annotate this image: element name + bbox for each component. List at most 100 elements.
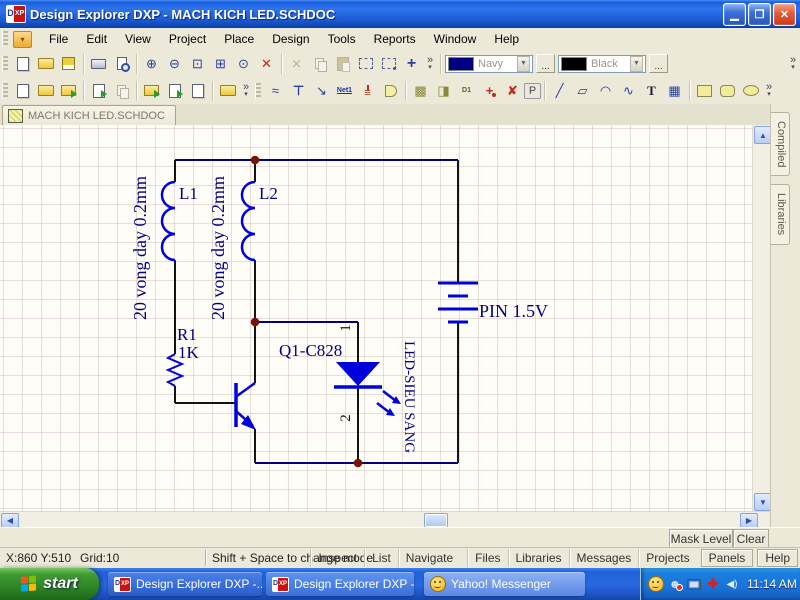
bezier-icon[interactable]: ∿ bbox=[617, 80, 640, 102]
zoom-area-icon[interactable]: ⊞ bbox=[209, 53, 232, 75]
parameter-icon[interactable]: P bbox=[524, 83, 541, 99]
import-document-icon[interactable] bbox=[57, 80, 80, 102]
close-icon[interactable]: ✕ bbox=[773, 3, 796, 26]
junction-icon[interactable] bbox=[478, 80, 501, 102]
zoom-document-icon[interactable]: ⊡ bbox=[186, 53, 209, 75]
save-icon[interactable] bbox=[57, 53, 80, 75]
open-project-icon[interactable] bbox=[140, 80, 163, 102]
menu-item-edit[interactable]: Edit bbox=[77, 29, 116, 49]
gnd-power-port-icon[interactable] bbox=[356, 80, 379, 102]
add-sheet-icon[interactable] bbox=[87, 80, 110, 102]
print-icon[interactable] bbox=[87, 53, 110, 75]
more-chevron-icon[interactable]: »▾ bbox=[762, 83, 776, 99]
messenger-smiley-icon[interactable] bbox=[648, 576, 664, 592]
cross-select-icon[interactable]: ⨯ bbox=[285, 53, 308, 75]
battery-pin[interactable] bbox=[438, 283, 478, 322]
sheet-symbol-icon[interactable]: ▩ bbox=[409, 80, 432, 102]
inductor-l2[interactable] bbox=[242, 182, 255, 260]
battery-label[interactable]: PIN 1.5V bbox=[479, 301, 548, 321]
side-tab-compiled[interactable]: Compiled bbox=[771, 112, 790, 176]
task-button-dxp-2[interactable]: DXP Design Explorer DXP -... bbox=[266, 572, 414, 596]
scrollbar-thumb[interactable] bbox=[424, 513, 448, 528]
part-icon[interactable] bbox=[379, 80, 402, 102]
projects-button[interactable]: Projects bbox=[638, 549, 696, 567]
bus-entry-icon[interactable]: ↘ bbox=[310, 80, 333, 102]
dxp-system-menu-icon[interactable]: ▾ bbox=[13, 31, 32, 48]
more-chevron-icon[interactable]: »▾ bbox=[423, 56, 437, 72]
move-icon[interactable]: + bbox=[400, 53, 423, 75]
line-color-more-button[interactable]: ... bbox=[536, 54, 555, 73]
panels-button[interactable]: Panels bbox=[701, 549, 754, 567]
task-button-dxp-1[interactable]: DXP Design Explorer DXP -... bbox=[108, 572, 262, 596]
r1-designator[interactable]: R1 bbox=[177, 325, 197, 344]
menu-item-reports[interactable]: Reports bbox=[365, 29, 425, 49]
help-button[interactable]: Help bbox=[757, 549, 798, 567]
port-icon[interactable]: D1 bbox=[455, 80, 478, 102]
menu-item-view[interactable]: View bbox=[116, 29, 160, 49]
clear-filter-icon[interactable]: ✕ bbox=[255, 53, 278, 75]
horizontal-scrollbar[interactable]: ◀ ▶ bbox=[0, 511, 770, 527]
ellipse-icon[interactable] bbox=[739, 80, 762, 102]
net-label-icon[interactable]: Net1 bbox=[333, 80, 356, 102]
free-document-icon[interactable] bbox=[186, 80, 209, 102]
menu-item-project[interactable]: Project bbox=[160, 29, 215, 49]
sheet-entry-icon[interactable]: ◨ bbox=[432, 80, 455, 102]
open-document-icon[interactable] bbox=[34, 53, 57, 75]
led-note[interactable]: LED-SIEU SANG bbox=[401, 341, 417, 453]
vertical-scrollbar[interactable]: ▲ ▼ bbox=[752, 125, 770, 511]
line-color-select[interactable]: Navy ▼ bbox=[445, 55, 533, 73]
task-button-yahoo-messenger[interactable]: Yahoo! Messenger bbox=[424, 572, 585, 596]
toolbar-grip[interactable] bbox=[255, 83, 261, 99]
chevron-down-icon[interactable]: ▼ bbox=[517, 56, 530, 72]
menu-item-place[interactable]: Place bbox=[215, 29, 263, 49]
sheet-disabled-icon[interactable] bbox=[110, 80, 133, 102]
paste-icon[interactable] bbox=[331, 53, 354, 75]
q1-designator[interactable]: Q1-C828 bbox=[279, 341, 342, 360]
list-button[interactable]: List bbox=[364, 549, 398, 567]
storage-icon[interactable] bbox=[216, 80, 239, 102]
schematic-canvas[interactable]: L1 L2 20 vong day 0.2mm 20 vong day 0.2m… bbox=[0, 125, 752, 511]
rectangle-icon[interactable] bbox=[693, 80, 716, 102]
libraries-button[interactable]: Libraries bbox=[508, 549, 569, 567]
zoom-out-icon[interactable]: ⊖ bbox=[163, 53, 186, 75]
scroll-right-icon[interactable]: ▶ bbox=[740, 513, 758, 528]
menu-item-help[interactable]: Help bbox=[485, 29, 528, 49]
minimize-icon[interactable]: ▁ bbox=[723, 3, 746, 26]
start-button[interactable]: start bbox=[0, 568, 99, 600]
wire-icon[interactable]: ≈ bbox=[264, 80, 287, 102]
new-sheet-icon[interactable] bbox=[11, 80, 34, 102]
fill-color-more-button[interactable]: ... bbox=[649, 54, 668, 73]
l1-designator[interactable]: L1 bbox=[179, 184, 198, 203]
more-chevron-icon[interactable]: »▾ bbox=[786, 56, 800, 72]
scroll-left-icon[interactable]: ◀ bbox=[1, 513, 19, 528]
text-frame-icon[interactable]: ▦ bbox=[663, 80, 686, 102]
zoom-in-icon[interactable]: ⊕ bbox=[140, 53, 163, 75]
files-button[interactable]: Files bbox=[467, 549, 507, 567]
open-any-document-icon[interactable] bbox=[34, 80, 57, 102]
arc-icon[interactable]: ◠ bbox=[594, 80, 617, 102]
messages-button[interactable]: Messages bbox=[569, 549, 639, 567]
menu-item-design[interactable]: Design bbox=[263, 29, 318, 49]
chevron-down-icon[interactable]: ▼ bbox=[630, 56, 643, 72]
bus-icon[interactable]: ⊤ bbox=[287, 80, 310, 102]
zoom-point-icon[interactable]: ⊙ bbox=[232, 53, 255, 75]
fill-color-select[interactable]: Black ▼ bbox=[558, 55, 646, 73]
offline-contact-icon[interactable]: ☻ bbox=[667, 576, 683, 592]
polygon-icon[interactable]: ▱ bbox=[571, 80, 594, 102]
clear-button[interactable]: Clear bbox=[733, 529, 769, 548]
r1-value[interactable]: 1K bbox=[178, 343, 200, 362]
menu-item-file[interactable]: File bbox=[40, 29, 77, 49]
select-area-icon[interactable] bbox=[354, 53, 377, 75]
tab-mach-kich-led[interactable]: MACH KICH LED.SCHDOC bbox=[2, 105, 176, 125]
led-diode[interactable] bbox=[334, 362, 401, 416]
navigate-button[interactable]: Navigate bbox=[398, 549, 460, 567]
text-icon[interactable]: T bbox=[640, 80, 663, 102]
transistor-q1[interactable] bbox=[236, 383, 256, 430]
menu-item-tools[interactable]: Tools bbox=[319, 29, 365, 49]
l1-note[interactable]: 20 vong day 0.2mm bbox=[130, 176, 150, 320]
no-erc-icon[interactable]: ✘ bbox=[501, 80, 524, 102]
mask-level-button[interactable]: Mask Level bbox=[669, 529, 733, 548]
select-touch-icon[interactable] bbox=[377, 53, 400, 75]
copy-icon[interactable] bbox=[308, 53, 331, 75]
line-icon[interactable]: ╱ bbox=[548, 80, 571, 102]
